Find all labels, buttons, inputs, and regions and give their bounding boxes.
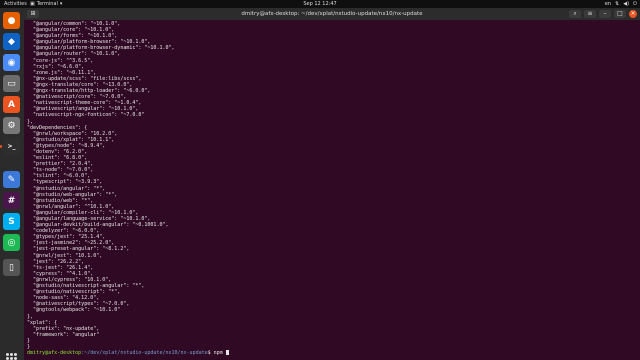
- window-title: dmitry@afx-desktop: ~/dev/xplat/nstudio-…: [241, 11, 423, 17]
- prompt-user: dmitry@afx-desktop: [27, 350, 82, 357]
- text-cursor: [225, 350, 229, 356]
- vscode-icon[interactable]: ◆: [3, 33, 20, 50]
- close-icon[interactable]: ×: [629, 10, 637, 18]
- trash-icon[interactable]: ▯: [3, 259, 20, 276]
- firefox-icon[interactable]: ●: [3, 12, 20, 29]
- window-titlebar[interactable]: ⊞ dmitry@afx-desktop: ~/dev/xplat/nstudi…: [24, 8, 640, 20]
- menu-icon[interactable]: ≡: [584, 10, 596, 18]
- language-indicator[interactable]: en: [605, 0, 611, 8]
- settings-icon[interactable]: ⚙: [3, 117, 20, 134]
- clock[interactable]: Sep 12 12:47: [0, 0, 640, 8]
- chromium-icon[interactable]: ◉: [3, 54, 20, 71]
- top-bar: Activities ▣ Terminal ▾ Sep 12 12:47 en …: [0, 0, 640, 8]
- terminal-output[interactable]: "@angular/common": "~10.1.0", "@angular/…: [27, 21, 637, 357]
- skype-icon[interactable]: S: [3, 213, 20, 230]
- system-tray[interactable]: en ⇅ ◀) ⏻: [605, 0, 637, 8]
- maximize-icon[interactable]: □: [614, 10, 626, 18]
- volume-icon[interactable]: ◀): [623, 0, 629, 8]
- minimize-icon[interactable]: –: [599, 10, 611, 18]
- dock: ● ◆ ◉ ▭ A ⚙ >_ ✎ # S ◎ ▯: [0, 8, 24, 360]
- text-editor-icon[interactable]: ✎: [3, 171, 20, 188]
- power-icon[interactable]: ⏻: [633, 0, 637, 8]
- slack-icon[interactable]: #: [3, 192, 20, 209]
- prompt-line[interactable]: dmitry@afx-desktop:~/dev/xplat/nstudio-u…: [27, 350, 637, 356]
- software-icon[interactable]: A: [3, 96, 20, 113]
- spotify-icon[interactable]: ◎: [3, 234, 20, 251]
- terminal-window[interactable]: ⊞ dmitry@afx-desktop: ~/dev/xplat/nstudi…: [24, 8, 640, 360]
- network-icon[interactable]: ⇅: [615, 0, 619, 8]
- files-icon[interactable]: ▭: [3, 75, 20, 92]
- show-applications-icon[interactable]: [4, 353, 18, 360]
- search-icon[interactable]: ⌕: [569, 10, 581, 18]
- prompt-path: :~/dev/xplat/nstudio-update/nx10/nx-upda…: [81, 350, 208, 357]
- terminal-icon[interactable]: >_: [0, 138, 20, 155]
- command-input: npm: [213, 350, 226, 357]
